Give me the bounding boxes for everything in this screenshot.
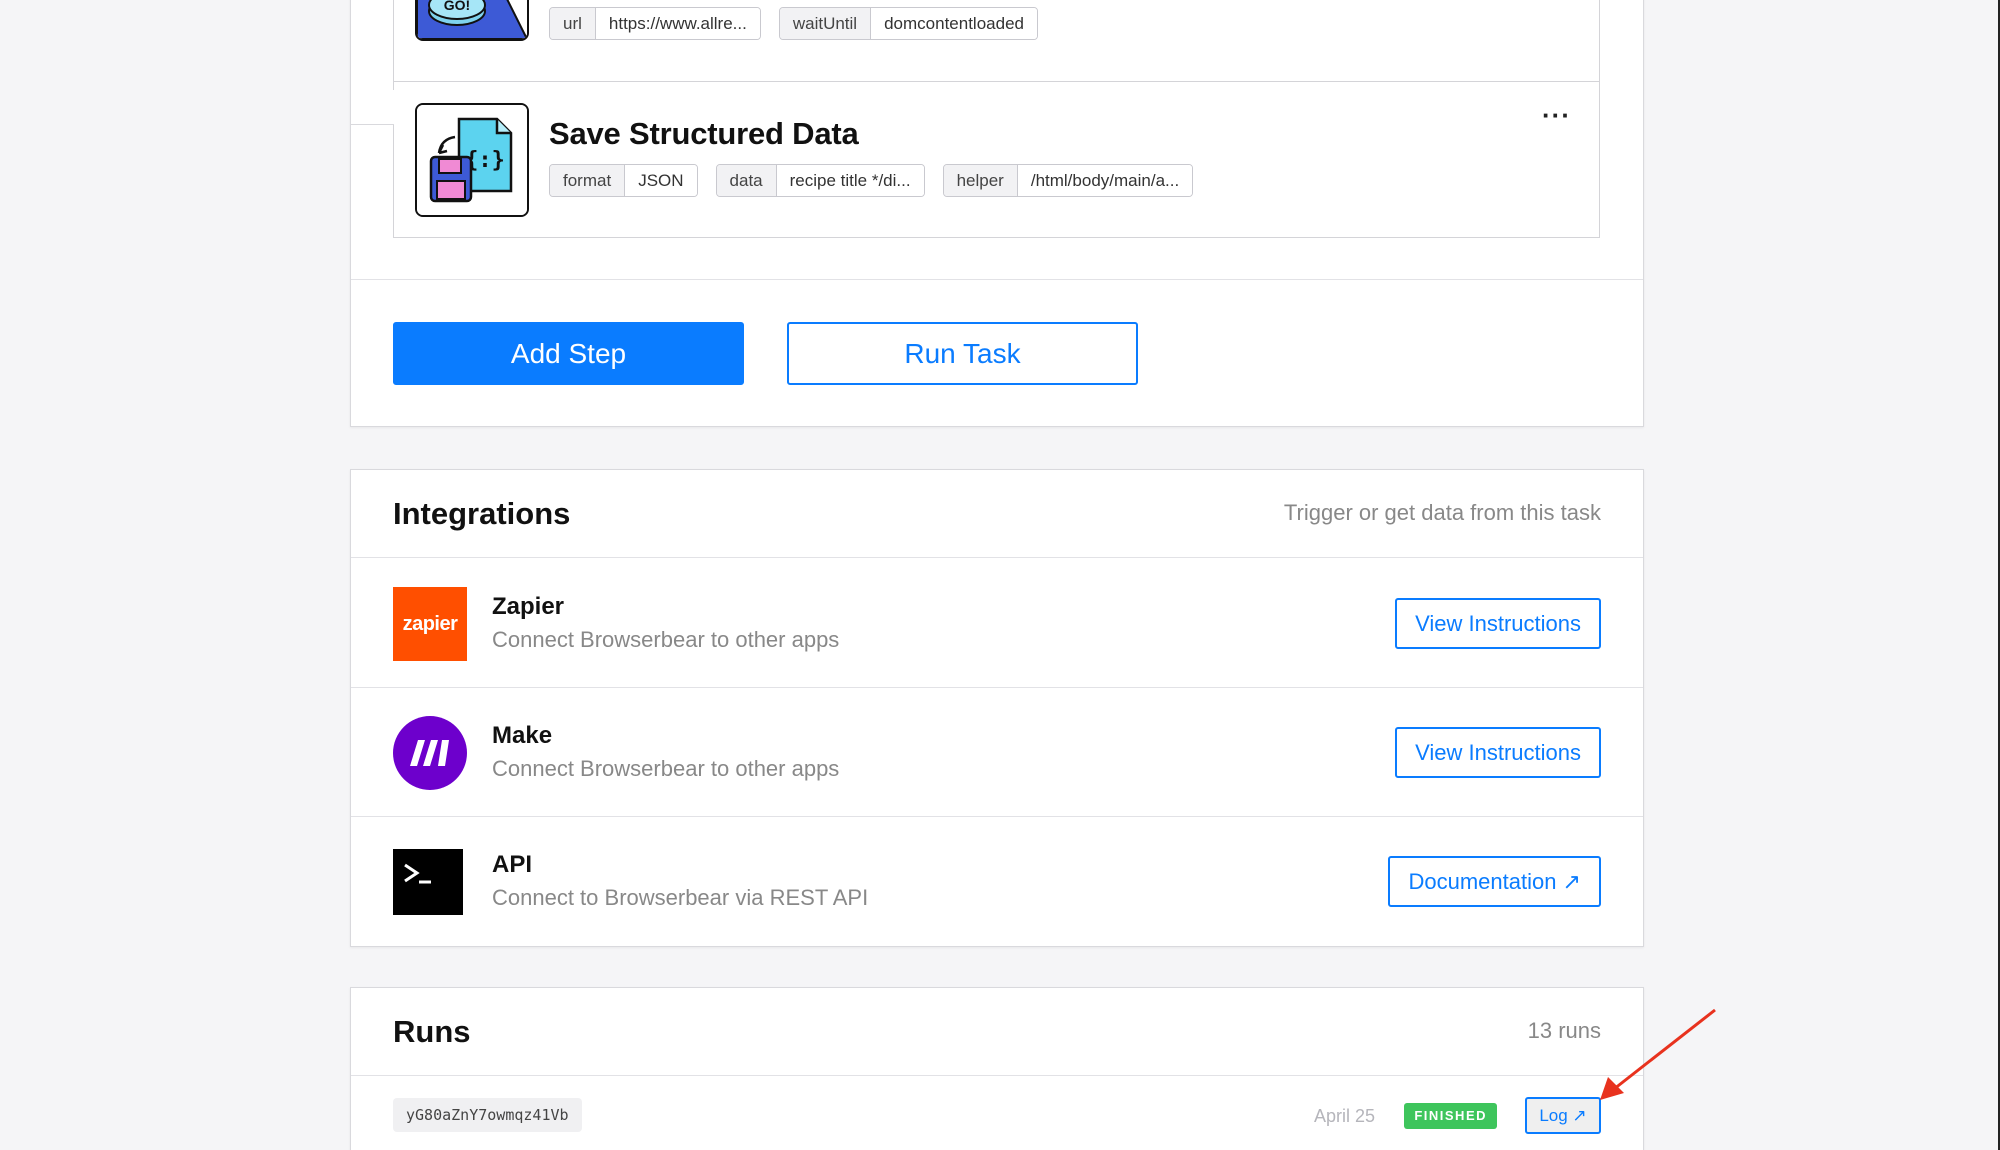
save-structured-data-icon: {:} — [415, 103, 529, 217]
run-row[interactable]: yG80aZnY7owmqz41Vb April 25 FINISHED Log… — [351, 1076, 1643, 1150]
integrations-header: Integrations Trigger or get data from th… — [351, 470, 1643, 558]
terminal-icon — [393, 849, 463, 915]
integration-name: Zapier — [492, 593, 565, 620]
runs-header: Runs 13 runs — [351, 988, 1643, 1076]
integration-description: Connect to Browserbear via REST API — [492, 885, 869, 910]
param-value: https://www.allre... — [595, 8, 760, 39]
param-helper: helper /html/body/main/a... — [942, 164, 1194, 197]
zapier-logo-icon: zapier — [393, 587, 467, 661]
step-more-menu-icon[interactable]: ··· — [1542, 100, 1571, 131]
annotation-arrow-icon — [1600, 1008, 1716, 1100]
integrations-title: Integrations — [393, 496, 571, 531]
integration-row-zapier: zapier Zapier Connect Browserbear to oth… — [351, 559, 1643, 688]
runs-title: Runs — [393, 1014, 471, 1049]
add-step-button[interactable]: Add Step — [393, 322, 744, 385]
param-value: /html/body/main/a... — [1017, 165, 1193, 196]
param-key: url — [550, 8, 596, 39]
integrations-card: Integrations Trigger or get data from th… — [350, 469, 1644, 947]
param-key: helper — [943, 165, 1018, 196]
param-data: data recipe title */di... — [715, 164, 925, 197]
step-go[interactable]: GO! url https://www.allre... waitUntil d… — [393, 0, 1600, 82]
integrations-subtitle: Trigger or get data from this task — [1283, 500, 1601, 525]
make-logo-icon — [393, 716, 467, 790]
run-task-button[interactable]: Run Task — [787, 322, 1138, 385]
runs-card: Runs 13 runs yG80aZnY7owmqz41Vb April 25… — [350, 987, 1644, 1150]
step-params: url https://www.allre... waitUntil domco… — [549, 7, 1038, 40]
run-date: April 25 — [1313, 1106, 1375, 1126]
step-params: format JSON data recipe title */di... he… — [549, 164, 1194, 197]
param-key: waitUntil — [779, 8, 872, 39]
api-documentation-button[interactable]: Documentation ↗ — [1388, 856, 1601, 907]
param-waituntil: waitUntil domcontentloaded — [778, 7, 1038, 40]
zapier-view-instructions-button[interactable]: View Instructions — [1395, 598, 1601, 649]
param-value: JSON — [625, 165, 697, 196]
task-steps-card: GO! url https://www.allre... waitUntil d… — [350, 0, 1644, 427]
step-title: Save Structured Data — [549, 116, 859, 151]
status-badge: FINISHED — [1404, 1103, 1497, 1129]
svg-text:GO!: GO! — [444, 0, 470, 13]
step-list-tab-edge — [350, 90, 394, 125]
step-save-structured-data[interactable]: {:} Save Structured Data ··· format JSON… — [393, 81, 1600, 238]
param-key: format — [550, 165, 626, 196]
integration-name: Make — [492, 722, 553, 749]
param-value: recipe title */di... — [776, 165, 924, 196]
param-format: format JSON — [549, 164, 698, 197]
run-id: yG80aZnY7owmqz41Vb — [393, 1098, 582, 1132]
divider — [351, 279, 1643, 280]
integration-name: API — [492, 851, 533, 878]
param-value: domcontentloaded — [871, 8, 1037, 39]
integration-description: Connect Browserbear to other apps — [492, 756, 840, 781]
make-view-instructions-button[interactable]: View Instructions — [1395, 727, 1601, 778]
param-key: data — [716, 165, 777, 196]
integration-row-api: API Connect to Browserbear via REST API … — [351, 817, 1643, 946]
go-navigate-icon: GO! — [415, 0, 529, 41]
param-url: url https://www.allre... — [549, 7, 761, 40]
integration-description: Connect Browserbear to other apps — [492, 627, 840, 652]
integration-row-make: Make Connect Browserbear to other apps V… — [351, 688, 1643, 817]
